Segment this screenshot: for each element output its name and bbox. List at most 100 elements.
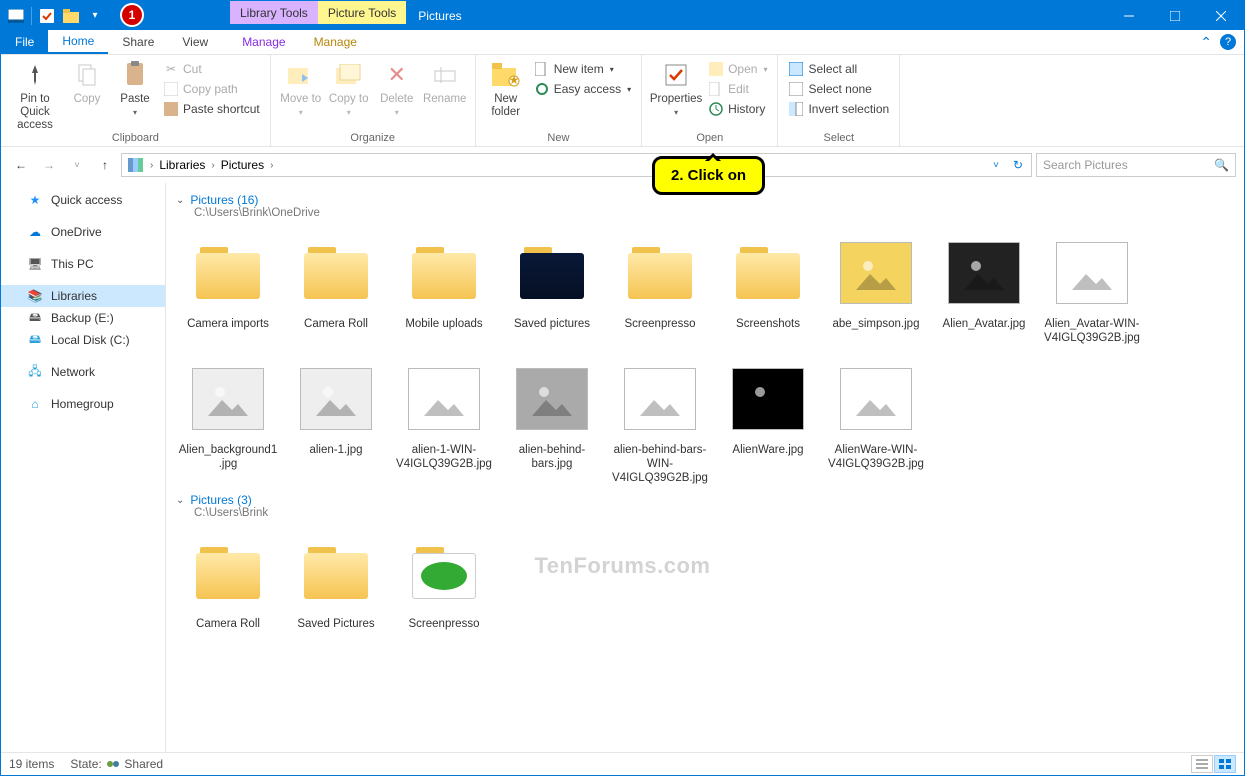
file-name: Alien_Avatar.jpg bbox=[943, 317, 1026, 331]
file-item[interactable]: Camera Roll bbox=[176, 529, 280, 635]
help-icon[interactable]: ? bbox=[1220, 34, 1236, 50]
file-item[interactable]: Screenpresso bbox=[392, 529, 496, 635]
copy-button[interactable]: Copy bbox=[63, 57, 111, 106]
search-icon: 🔍 bbox=[1214, 158, 1229, 172]
open-button[interactable]: Open▾ bbox=[704, 59, 771, 79]
select-none-button[interactable]: Select none bbox=[784, 79, 893, 99]
tab-view[interactable]: View bbox=[168, 30, 222, 54]
breadcrumb-pictures[interactable]: Pictures bbox=[217, 158, 268, 172]
contextual-tab-picture[interactable]: Picture Tools bbox=[318, 1, 406, 24]
folder-icon bbox=[512, 233, 592, 313]
easy-access-button[interactable]: Easy access▾ bbox=[530, 79, 635, 99]
copy-path-button[interactable]: Copy path bbox=[159, 79, 264, 99]
close-button[interactable] bbox=[1198, 1, 1244, 30]
file-item[interactable]: Alien_Avatar-WIN-V4IGLQ39G2B.jpg bbox=[1040, 229, 1144, 349]
section-header[interactable]: ⌄Pictures (3) bbox=[176, 493, 1234, 507]
thumbnails-view-button[interactable] bbox=[1214, 755, 1236, 773]
section-path[interactable]: C:\Users\Brink bbox=[194, 507, 1234, 519]
rename-button[interactable]: Rename bbox=[421, 57, 469, 106]
file-item[interactable]: abe_simpson.jpg bbox=[824, 229, 928, 349]
copy-to-button[interactable]: Copy to▾ bbox=[325, 57, 373, 117]
image-thumbnail bbox=[620, 359, 700, 439]
sidebar-item-this-pc[interactable]: 🖥This PC bbox=[1, 253, 165, 275]
sidebar-item-local-disk-c-[interactable]: 🖴Local Disk (C:) bbox=[1, 329, 165, 351]
star-icon: ★ bbox=[27, 192, 43, 208]
breadcrumb-libraries[interactable]: Libraries bbox=[155, 158, 209, 172]
cut-button[interactable]: ✂Cut bbox=[159, 59, 264, 79]
ribbon-group-open: Properties▾ Open▾ Edit History Open bbox=[642, 55, 778, 146]
qat-newfolder-icon[interactable] bbox=[60, 5, 82, 27]
address-bar[interactable]: › Libraries › Pictures › ˅ ↻ bbox=[121, 153, 1032, 177]
sidebar-item-network[interactable]: 🖧Network bbox=[1, 361, 165, 383]
maximize-button[interactable] bbox=[1152, 1, 1198, 30]
file-item[interactable]: Saved pictures bbox=[500, 229, 604, 349]
search-box[interactable]: Search Pictures 🔍 bbox=[1036, 153, 1236, 177]
refresh-button[interactable]: ↻ bbox=[1007, 154, 1029, 176]
file-item[interactable]: Saved Pictures bbox=[284, 529, 388, 635]
qat-customize-icon[interactable]: ▾ bbox=[84, 5, 106, 27]
tab-manage-library[interactable]: Manage bbox=[228, 30, 299, 54]
cloud-icon: ☁ bbox=[27, 224, 43, 240]
tab-manage-picture[interactable]: Manage bbox=[300, 30, 371, 54]
file-name: Camera imports bbox=[187, 317, 269, 331]
up-button[interactable]: ↑ bbox=[93, 153, 117, 177]
file-item[interactable]: alien-1.jpg bbox=[284, 355, 388, 489]
ribbon-group-organize: Move to▾ Copy to▾ ✕Delete▾ Rename Organi… bbox=[271, 55, 476, 146]
sidebar-item-quick-access[interactable]: ★Quick access bbox=[1, 189, 165, 211]
tab-home[interactable]: Home bbox=[48, 30, 108, 54]
file-item[interactable]: alien-behind-bars.jpg bbox=[500, 355, 604, 489]
image-thumbnail bbox=[944, 233, 1024, 313]
file-item[interactable]: Screenshots bbox=[716, 229, 820, 349]
recent-locations-button[interactable]: ˅ bbox=[65, 153, 89, 177]
edit-button[interactable]: Edit bbox=[704, 79, 771, 99]
section-header[interactable]: ⌄Pictures (16) bbox=[176, 193, 1234, 207]
file-item[interactable]: alien-behind-bars-WIN-V4IGLQ39G2B.jpg bbox=[608, 355, 712, 489]
file-item[interactable]: alien-1-WIN-V4IGLQ39G2B.jpg bbox=[392, 355, 496, 489]
ribbon-collapse-icon[interactable]: ⌃ bbox=[1200, 34, 1212, 51]
status-bar: 19 items State: Shared bbox=[1, 752, 1244, 775]
delete-button[interactable]: ✕Delete▾ bbox=[373, 57, 421, 117]
paste-button[interactable]: Paste▾ bbox=[111, 57, 159, 117]
folder-icon bbox=[620, 233, 700, 313]
content-pane[interactable]: ⌄Pictures (16)C:\Users\Brink\OneDrive Cam… bbox=[166, 183, 1244, 752]
file-item[interactable]: Camera Roll bbox=[284, 229, 388, 349]
paste-shortcut-button[interactable]: Paste shortcut bbox=[159, 99, 264, 119]
sidebar-item-homegroup[interactable]: ⌂Homegroup bbox=[1, 393, 165, 415]
folder-icon bbox=[404, 533, 484, 613]
file-item[interactable]: AlienWare.jpg bbox=[716, 355, 820, 489]
file-item[interactable]: Screenpresso bbox=[608, 229, 712, 349]
address-dropdown-button[interactable]: ˅ bbox=[985, 154, 1007, 176]
file-item[interactable]: Mobile uploads bbox=[392, 229, 496, 349]
tab-file[interactable]: File bbox=[1, 30, 48, 54]
qat-properties-icon[interactable] bbox=[36, 5, 58, 27]
minimize-button[interactable] bbox=[1106, 1, 1152, 30]
file-item[interactable]: Alien_background1.jpg bbox=[176, 355, 280, 489]
file-item[interactable]: AlienWare-WIN-V4IGLQ39G2B.jpg bbox=[824, 355, 928, 489]
pin-to-quickaccess-button[interactable]: Pin to Quick access bbox=[7, 57, 63, 132]
file-name: Camera Roll bbox=[304, 317, 368, 331]
properties-button[interactable]: Properties▾ bbox=[648, 57, 704, 117]
file-name: alien-behind-bars-WIN-V4IGLQ39G2B.jpg bbox=[610, 443, 710, 485]
back-button[interactable]: ← bbox=[9, 153, 33, 177]
section-path[interactable]: C:\Users\Brink\OneDrive bbox=[194, 207, 1234, 219]
move-to-button[interactable]: Move to▾ bbox=[277, 57, 325, 117]
folder-icon bbox=[188, 233, 268, 313]
qat-explorer-icon[interactable] bbox=[5, 5, 27, 27]
sidebar-item-backup-e-[interactable]: 🖴Backup (E:) bbox=[1, 307, 165, 329]
contextual-tab-library[interactable]: Library Tools bbox=[230, 1, 318, 24]
new-item-button[interactable]: New item▾ bbox=[530, 59, 635, 79]
file-item[interactable]: Camera imports bbox=[176, 229, 280, 349]
tab-share[interactable]: Share bbox=[108, 30, 168, 54]
invert-selection-button[interactable]: Invert selection bbox=[784, 99, 893, 119]
image-thumbnail bbox=[188, 359, 268, 439]
sidebar-item-libraries[interactable]: 📚Libraries bbox=[1, 285, 165, 307]
sidebar-item-onedrive[interactable]: ☁OneDrive bbox=[1, 221, 165, 243]
forward-button[interactable]: → bbox=[37, 153, 61, 177]
history-button[interactable]: History bbox=[704, 99, 771, 119]
file-item[interactable]: Alien_Avatar.jpg bbox=[932, 229, 1036, 349]
select-all-button[interactable]: Select all bbox=[784, 59, 893, 79]
drive-icon: 🖴 bbox=[27, 310, 43, 326]
ribbon: Pin to Quick access Copy Paste▾ ✂Cut Cop… bbox=[1, 55, 1244, 147]
details-view-button[interactable] bbox=[1191, 755, 1213, 773]
new-folder-button[interactable]: ★New folder bbox=[482, 57, 530, 119]
